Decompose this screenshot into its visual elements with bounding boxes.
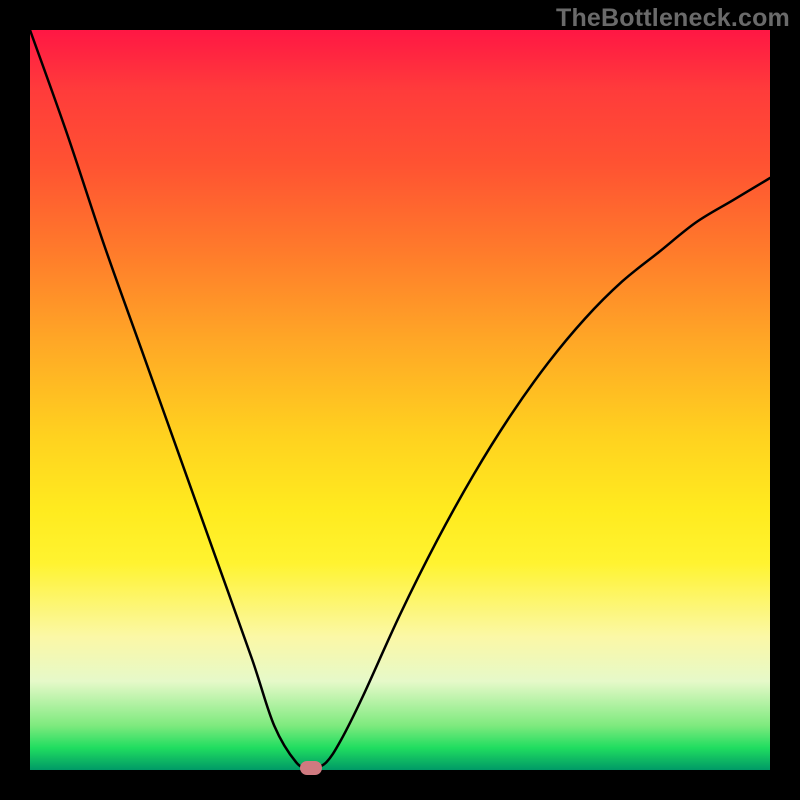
optimal-point-marker <box>300 761 322 775</box>
chart-area <box>30 30 770 770</box>
bottleneck-curve <box>30 30 770 770</box>
watermark-text: TheBottleneck.com <box>556 4 790 33</box>
